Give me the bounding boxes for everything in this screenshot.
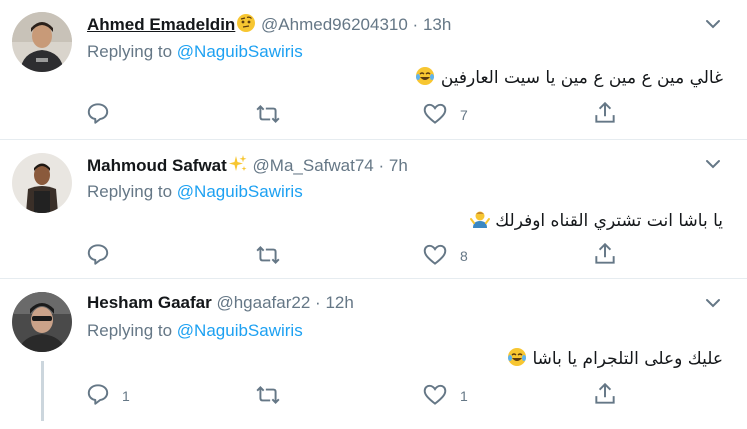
tweet-text: يا باشا انت تشتري القناه اوفرلك bbox=[495, 211, 723, 231]
mention-link[interactable]: @NaguibSawiris bbox=[177, 182, 303, 201]
author-handle[interactable]: @hgaafar22 bbox=[216, 293, 310, 312]
like-count: 7 bbox=[460, 107, 468, 123]
author-handle[interactable]: @Ahmed96204310 bbox=[261, 15, 408, 34]
reply-icon[interactable] bbox=[85, 381, 111, 407]
separator-dot: · bbox=[378, 156, 385, 175]
like-icon[interactable] bbox=[422, 242, 448, 268]
separator-dot: · bbox=[315, 293, 321, 312]
tweet-text: عليك وعلى التلجرام يا باشا bbox=[532, 349, 723, 369]
chevron-down-icon[interactable] bbox=[703, 293, 723, 313]
share-icon[interactable] bbox=[592, 241, 618, 267]
separator-dot: · bbox=[412, 15, 419, 34]
like-count: 1 bbox=[460, 388, 468, 404]
tweet-time[interactable]: 7h bbox=[389, 156, 408, 175]
like-icon[interactable] bbox=[422, 382, 448, 408]
face-with-tears-of-joy-icon bbox=[415, 66, 435, 91]
retweet-icon[interactable] bbox=[255, 382, 281, 408]
tweet-1[interactable]: Ahmed Emadeldin @Ahmed96204310 · 13h Rep… bbox=[0, 0, 747, 139]
like-icon[interactable] bbox=[422, 101, 448, 127]
reply-icon[interactable] bbox=[85, 100, 111, 126]
like-count: 8 bbox=[460, 248, 468, 264]
share-icon[interactable] bbox=[592, 100, 618, 126]
tweet-2[interactable]: Mahmoud Safwat @Ma_Safwat74 · 7h Replyin… bbox=[0, 140, 747, 278]
sparkles-icon bbox=[228, 154, 248, 179]
tweet-time[interactable]: 12h bbox=[325, 293, 353, 312]
retweet-icon[interactable] bbox=[255, 101, 281, 127]
avatar[interactable] bbox=[12, 292, 72, 352]
mention-link[interactable]: @NaguibSawiris bbox=[177, 321, 303, 340]
mention-link[interactable]: @NaguibSawiris bbox=[177, 42, 303, 61]
chevron-down-icon[interactable] bbox=[703, 14, 723, 34]
author-name[interactable]: Mahmoud Safwat bbox=[87, 156, 227, 175]
face-with-raised-eyebrow-icon bbox=[236, 13, 256, 38]
retweet-icon[interactable] bbox=[255, 242, 281, 268]
face-with-tears-of-joy-icon bbox=[507, 347, 527, 372]
tweet-time[interactable]: 13h bbox=[423, 15, 451, 34]
tweet-text-container: عليك وعلى التلجرام يا باشا bbox=[506, 347, 723, 372]
tweet-text: غالي مين ع مين ع مين يا سيت العارفين bbox=[440, 68, 723, 88]
chevron-down-icon[interactable] bbox=[703, 154, 723, 174]
avatar[interactable] bbox=[12, 153, 72, 213]
author-name[interactable]: Hesham Gaafar bbox=[87, 293, 212, 312]
tweet-text-container: يا باشا انت تشتري القناه اوفرلك bbox=[469, 209, 723, 234]
thread-line bbox=[41, 361, 44, 421]
reply-icon[interactable] bbox=[85, 241, 111, 267]
author-name[interactable]: Ahmed Emadeldin bbox=[87, 15, 235, 34]
tweet-3[interactable]: Hesham Gaafar @hgaafar22 · 12h Replying … bbox=[0, 279, 747, 429]
avatar[interactable] bbox=[12, 12, 72, 72]
share-icon[interactable] bbox=[592, 381, 618, 407]
tweet-text-container: غالي مين ع مين ع مين يا سيت العارفين bbox=[414, 66, 723, 91]
person-shrugging-icon bbox=[469, 209, 490, 234]
reply-count: 1 bbox=[122, 388, 130, 404]
replying-label: Replying to bbox=[87, 42, 173, 61]
replying-label: Replying to bbox=[87, 321, 173, 340]
author-handle[interactable]: @Ma_Safwat74 bbox=[253, 156, 374, 175]
replying-label: Replying to bbox=[87, 182, 173, 201]
